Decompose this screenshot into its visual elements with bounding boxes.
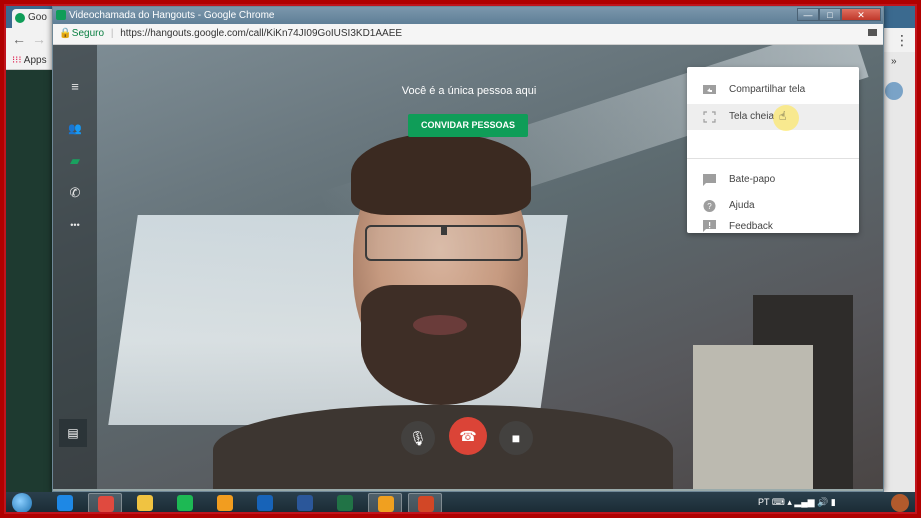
close-button[interactable]: ✕ [841,8,881,21]
feedback-icon [703,220,716,232]
lock-icon[interactable]: 🔒 [59,28,71,39]
screenshot-frame: Goo ← → ⁝⁝⁝ Apps ⋮ » Videochamada do Han… [4,4,917,514]
taskbar-hangouts-call[interactable] [368,493,402,512]
media-player-icon [217,495,233,511]
help-icon: ? [703,200,716,212]
file-explorer-icon [137,495,153,511]
chrome-icon [98,496,114,512]
popup-title-bar[interactable]: Videochamada do Hangouts - Google Chrome… [53,7,883,24]
hangouts-popup-window: Videochamada do Hangouts - Google Chrome… [52,6,884,492]
background-left-panel [6,70,52,492]
taskbar-internet-explorer[interactable] [48,493,82,512]
more-icon[interactable]: ••• [67,217,83,233]
menu-item-feedback[interactable]: Feedback [687,219,859,233]
mic-button[interactable]: 🎙 [401,421,435,455]
fullscreen-icon [703,111,716,123]
alone-message: Você é a única pessoa aqui [401,85,537,97]
maximize-button[interactable]: □ [819,8,841,21]
person-mouth [413,315,467,335]
camera-indicator-icon[interactable] [868,29,877,36]
background-right-strip: ⋮ » [881,32,915,492]
popup-title: Videochamada do Hangouts - Google Chrome [69,10,275,21]
back-arrow-icon[interactable]: ← [12,31,26,47]
taskbar-outlook[interactable] [248,493,282,512]
word-icon [297,495,313,511]
hangouts-favicon-icon [15,13,25,23]
menu-item-label: Ajuda [729,200,755,211]
menu-item-help[interactable]: ? Ajuda [687,193,859,219]
background-tab[interactable]: Goo [12,9,56,28]
person-beard [361,285,521,405]
popup-address-bar[interactable]: 🔒 Seguro | https://hangouts.google.com/c… [53,24,883,45]
address-separator: | [110,28,114,39]
taskbar-spotify[interactable] [168,493,202,512]
background-nav-buttons: ← → [6,28,58,52]
secure-label: Seguro [71,28,105,39]
user-avatar-icon[interactable] [891,494,909,512]
volume-icon[interactable]: 🔊 [817,497,831,507]
avatar[interactable] [885,82,903,100]
chat-bubble-icon [703,174,716,186]
minimize-button[interactable]: — [797,8,819,21]
keyboard-icon[interactable]: ⌨ ▴ [772,497,795,507]
excel-icon [337,495,353,511]
menu-item-label: Bate-papo [729,174,776,185]
powerpoint-icon [418,496,434,512]
apps-shortcut[interactable]: ⁝⁝⁝ Apps [12,55,47,66]
person-hair [351,133,531,215]
outlook-icon [257,495,273,511]
person-shirt [213,405,673,491]
menu-item-label: Feedback [729,221,773,232]
person-glasses [365,225,523,261]
horizontal-scrollbar[interactable] [53,489,883,491]
battery-icon[interactable]: ▮ [831,497,836,507]
apps-label: Apps [23,55,47,66]
invite-people-button[interactable]: CONVIDAR PESSOAS [408,114,528,137]
start-button[interactable] [12,493,32,512]
address-url: https://hangouts.google.com/call/KiKn74J… [120,28,403,39]
forward-arrow-icon[interactable]: → [32,31,46,47]
taskbar-chrome[interactable] [88,493,122,512]
chat-icon[interactable]: ▰ [67,153,83,169]
system-tray: PT ⌨ ▴ ▂▄▆ 🔊 ▮ [758,497,836,508]
people-icon[interactable]: 👥 [67,121,83,137]
spotify-icon [177,495,193,511]
screen-share-icon [703,85,716,94]
background-wall [693,345,813,491]
internet-explorer-icon [57,495,73,511]
hangup-button[interactable]: ☎ [449,417,487,455]
hangouts-title-icon [56,10,66,20]
taskbar-file-explorer[interactable] [128,493,162,512]
taskbar-excel[interactable] [328,493,362,512]
video-feed: ≡ 👥 ▰ ✆ ••• Você é a única pessoa aqui C… [53,45,883,491]
taskbar-word[interactable] [288,493,322,512]
menu-item-label: Tela cheia [729,111,775,122]
phone-icon[interactable]: ✆ [67,185,83,201]
menu-item-fullscreen[interactable]: Tela cheia ☝ [687,104,859,131]
menu-item-label: Compartilhar tela [729,84,806,95]
camera-button[interactable]: ■ [499,421,533,455]
svg-text:?: ? [707,202,712,211]
language-indicator[interactable]: PT [758,497,769,507]
menu-item-share-screen[interactable]: Compartilhar tela [687,77,859,103]
window-controls: — □ ✕ [797,8,881,22]
double-chevron-icon[interactable]: » [891,56,897,67]
apps-grid-icon: ⁝⁝⁝ [12,55,22,66]
menu-divider [687,158,859,159]
hangouts-call-icon [378,496,394,512]
chrome-menu-icon[interactable]: ⋮ [895,32,909,49]
options-menu: Compartilhar tela Tela cheia ☝ Bate-papo… [687,67,859,233]
windows-taskbar: PT ⌨ ▴ ▂▄▆ 🔊 ▮ [6,492,915,512]
taskbar-media-player[interactable] [208,493,242,512]
network-icon[interactable]: ▂▄▆ [794,497,814,507]
hand-cursor-icon: ☝ [779,109,787,123]
taskbar-powerpoint[interactable] [408,493,442,512]
menu-item-chat[interactable]: Bate-papo [687,167,859,193]
background-tab-label: Goo [28,12,47,23]
menu-icon[interactable]: ≡ [67,79,83,95]
chat-toggle-button[interactable]: ▤ [59,419,87,447]
